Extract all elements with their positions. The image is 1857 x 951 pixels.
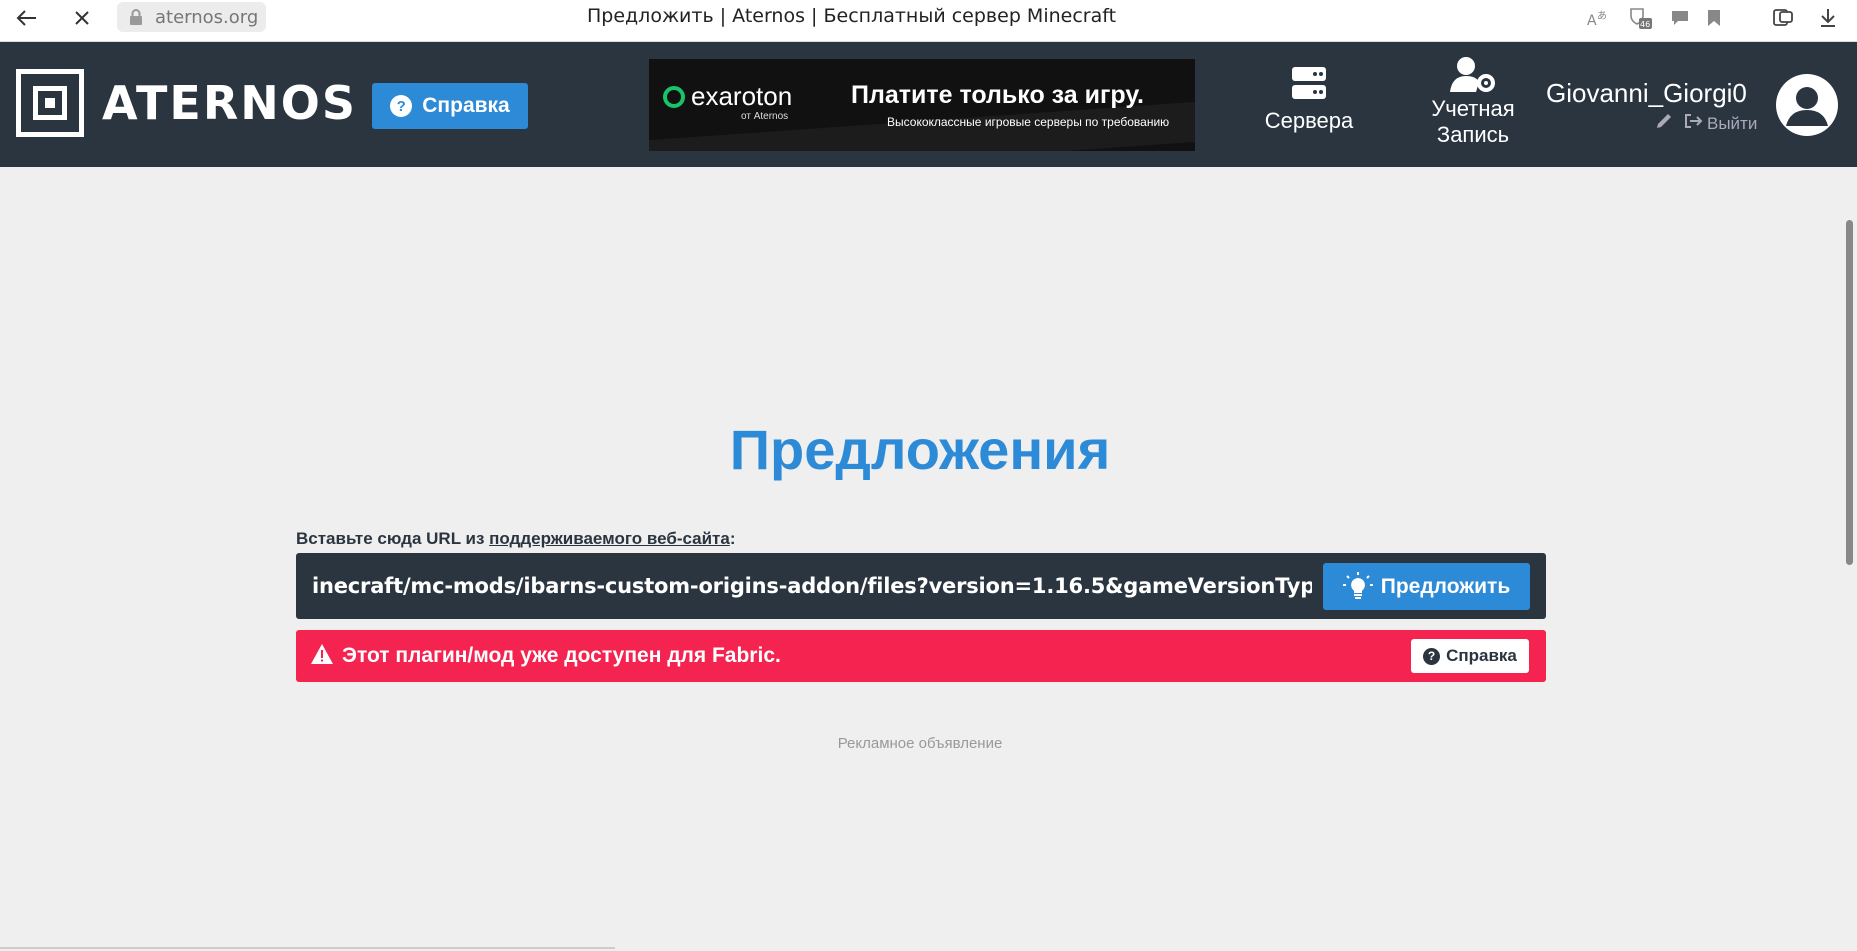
- browser-toolbar: aternos.org Предложить | Aternos | Беспл…: [0, 0, 1857, 42]
- question-icon: ?: [1423, 647, 1441, 665]
- error-help-label: Справка: [1446, 646, 1517, 665]
- svg-text:46: 46: [1640, 20, 1650, 29]
- stop-loading-icon[interactable]: [68, 0, 96, 36]
- svg-text:A: A: [1587, 13, 1597, 28]
- nav-account-label-2: Запись: [1436, 122, 1510, 147]
- url-input[interactable]: inecraft/mc-mods/ibarns-custom-origins-a…: [312, 553, 1312, 619]
- nav-account-label-1: Учетная: [1431, 96, 1515, 121]
- logo-text: ATERNOS: [102, 76, 357, 130]
- lightbulb-icon: [1342, 571, 1373, 599]
- url-text: aternos.org: [155, 6, 259, 28]
- address-bar[interactable]: aternos.org: [117, 2, 267, 32]
- download-icon[interactable]: [1815, 5, 1841, 31]
- error-message: Этот плагин/мод уже доступен для Fabric.: [342, 644, 781, 667]
- nav-servers[interactable]: Сервера: [1254, 66, 1364, 134]
- url-label-suffix: :: [729, 529, 736, 548]
- logo-mark-icon: [16, 69, 84, 137]
- suggest-button[interactable]: Предложить: [1323, 563, 1530, 610]
- help-button-label: Справка: [422, 94, 510, 117]
- suggest-form: inecraft/mc-mods/ibarns-custom-origins-a…: [296, 553, 1546, 619]
- supported-websites-link[interactable]: поддерживаемого веб-сайта: [489, 529, 730, 548]
- divider: [0, 947, 615, 949]
- suggest-button-label: Предложить: [1380, 574, 1511, 598]
- question-icon: ?: [390, 95, 413, 117]
- translate-icon[interactable]: Aあ: [1585, 5, 1611, 31]
- page-title: Предложения: [729, 418, 1111, 481]
- site-header: ATERNOS ? Справка exaroton от Aternos Пл…: [0, 42, 1857, 167]
- ad-brand-sub: от Aternos: [741, 111, 789, 122]
- user-gear-icon: [1450, 57, 1495, 92]
- error-help-button[interactable]: ? Справка: [1411, 639, 1529, 673]
- exaroton-ring-icon: [663, 85, 685, 108]
- scrollbar[interactable]: [1846, 220, 1853, 565]
- ad-banner[interactable]: exaroton от Aternos Платите только за иг…: [649, 59, 1195, 151]
- logout-icon: [1683, 113, 1703, 134]
- user-actions: Выйти: [1655, 112, 1757, 135]
- nav-servers-label: Сервера: [1264, 108, 1354, 133]
- error-alert: Этот плагин/мод уже доступен для Fabric.…: [296, 630, 1546, 682]
- bookmark-icon[interactable]: [1701, 5, 1727, 31]
- url-label-text: Вставьте сюда URL из: [296, 529, 490, 548]
- aternos-logo[interactable]: ATERNOS: [16, 69, 357, 137]
- ad-headline: Платите только за игру.: [851, 81, 1144, 109]
- chat-icon[interactable]: [1667, 5, 1693, 31]
- collections-icon[interactable]: [1770, 5, 1796, 31]
- lock-icon: [125, 6, 147, 28]
- warning-icon: [310, 643, 334, 670]
- ad-label: Рекламное объявление: [837, 735, 1003, 752]
- servers-icon: [1292, 67, 1326, 99]
- shield-extension-icon[interactable]: 46: [1627, 5, 1653, 31]
- back-icon[interactable]: [12, 0, 42, 36]
- logout-link[interactable]: Выйти: [1707, 114, 1757, 134]
- ad-subline: Высококлассные игровые серверы по требов…: [887, 115, 1170, 129]
- exaroton-logo: exaroton: [663, 81, 792, 112]
- help-button[interactable]: ? Справка: [372, 83, 528, 129]
- svg-text:あ: あ: [1597, 10, 1607, 22]
- username: Giovanni_Giorgi0: [1546, 78, 1747, 108]
- ad-brand: exaroton: [691, 81, 793, 111]
- edit-pencil-icon[interactable]: [1655, 112, 1673, 135]
- nav-account[interactable]: Учетная Запись: [1420, 56, 1526, 148]
- url-label: Вставьте сюда URL из поддерживаемого веб…: [296, 529, 736, 549]
- tab-title: Предложить | Aternos | Бесплатный сервер…: [587, 5, 1117, 27]
- avatar[interactable]: [1776, 74, 1838, 136]
